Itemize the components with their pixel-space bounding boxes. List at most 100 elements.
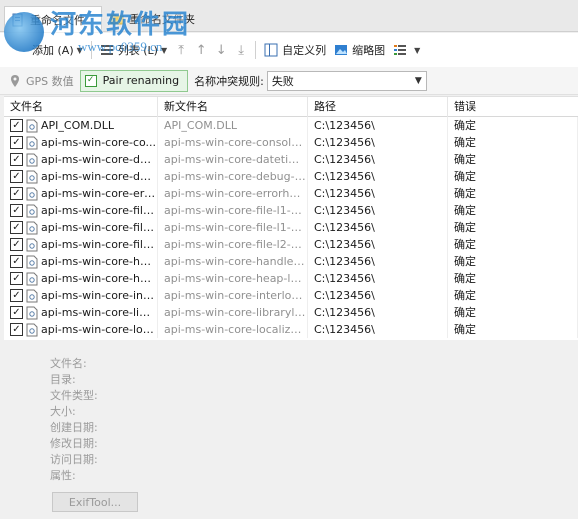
table-row[interactable]: ✓ API_COM.DLL API_COM.DLL C:\123456\ 确定 [4, 117, 578, 134]
dll-file-icon [26, 187, 38, 200]
cell-filename: ✓ api-ms-win-core-de... [4, 168, 158, 185]
row-checkbox[interactable]: ✓ [10, 153, 23, 166]
check-icon: ✓ [84, 74, 97, 87]
table-row[interactable]: ✓ api-ms-win-core-he... api-ms-win-core-he… [4, 270, 578, 287]
column-header-new-filename[interactable]: 新文件名 [158, 97, 308, 117]
info-accessed: 访问日期: [50, 453, 98, 466]
table-row[interactable]: ✓ api-ms-win-core-int... api-ms-win-core-i… [4, 287, 578, 304]
filename-text: API_COM.DLL [41, 119, 114, 132]
pair-renaming-toggle[interactable]: ✓ Pair renaming [79, 69, 189, 92]
cell-path: C:\123456\ [308, 168, 448, 185]
table-row[interactable]: ✓ api-ms-win-core-ha... api-ms-win-core-ha… [4, 253, 578, 270]
cell-filename: ✓ api-ms-win-core-int... [4, 287, 158, 304]
column-header-filename[interactable]: 文件名 [4, 97, 158, 117]
row-checkbox[interactable]: ✓ [10, 170, 23, 183]
file-rename-icon [12, 13, 23, 26]
cell-new-filename: api-ms-win-core-localizati... [158, 321, 308, 338]
chevron-down-icon: ▼ [414, 45, 421, 55]
cell-filename: ✓ api-ms-win-core-err... [4, 185, 158, 202]
table-header: 文件名 新文件名 路径 错误 [4, 97, 578, 117]
options-bar: GPS 数值 ✓ Pair renaming 名称冲突规则: 失败 ▼ [0, 67, 578, 95]
table-row[interactable]: ✓ api-ms-win-core-co... api-ms-win-core-co… [4, 134, 578, 151]
column-header-path[interactable]: 路径 [308, 97, 448, 117]
cell-path: C:\123456\ [308, 253, 448, 270]
cell-error: 确定 [448, 185, 578, 202]
chevron-down-icon: ▼ [414, 75, 422, 86]
add-button[interactable]: 添加 (A) ▼ [28, 38, 87, 62]
column-header-error[interactable]: 错误 [448, 97, 578, 117]
cell-error: 确定 [448, 219, 578, 236]
custom-columns-label: 自定义列 [282, 44, 327, 57]
table-row[interactable]: ✓ api-ms-win-core-libr... api-ms-win-core-… [4, 304, 578, 321]
tab-label: 重命名文件夹 [129, 13, 195, 26]
tab-rename-folders[interactable]: 重命名文件夹 [104, 6, 216, 32]
info-created: 创建日期: [50, 421, 98, 434]
list-label: 列表 (L) [117, 44, 158, 57]
dll-file-icon [26, 255, 38, 268]
cell-path: C:\123456\ [308, 236, 448, 253]
filename-text: api-ms-win-core-loc... [41, 323, 157, 336]
tab-rename-files[interactable]: 重命名文件 [4, 6, 102, 32]
list-button[interactable]: 列表 (L) ▼ [96, 38, 171, 62]
cell-new-filename: api-ms-win-core-file-l2-1-... [158, 236, 308, 253]
row-checkbox[interactable]: ✓ [10, 289, 23, 302]
dll-file-icon [26, 306, 38, 319]
pair-renaming-label: Pair renaming [102, 74, 180, 87]
exiftool-button[interactable]: ExifTool... [52, 492, 138, 512]
filename-text: api-ms-win-core-dat... [41, 153, 157, 166]
cell-new-filename: api-ms-win-core-interlock... [158, 287, 308, 304]
dll-file-icon [26, 153, 38, 166]
cell-path: C:\123456\ [308, 304, 448, 321]
table-row[interactable]: ✓ api-ms-win-core-err... api-ms-win-core-e… [4, 185, 578, 202]
row-checkbox[interactable]: ✓ [10, 204, 23, 217]
cell-error: 确定 [448, 270, 578, 287]
tab-label: 重命名文件 [30, 13, 85, 27]
filename-text: api-ms-win-core-err... [41, 187, 157, 200]
cell-new-filename: api-ms-win-core-heap-l1-1... [158, 270, 308, 287]
filename-text: api-ms-win-core-ha... [41, 255, 157, 268]
row-checkbox[interactable]: ✓ [10, 323, 23, 336]
table-row[interactable]: ✓ api-ms-win-core-loc... api-ms-win-core-l… [4, 321, 578, 338]
file-table: 文件名 新文件名 路径 错误 ✓ API_COM.DLL API_COM.DLL C:… [4, 96, 578, 340]
toolbar-divider [255, 41, 257, 59]
conflict-rule-select[interactable]: 失败 ▼ [266, 70, 427, 91]
gps-toggle[interactable]: GPS 数值 [8, 73, 74, 89]
dll-file-icon [26, 323, 38, 336]
cell-path: C:\123456\ [308, 134, 448, 151]
table-row[interactable]: ✓ api-ms-win-core-file... api-ms-win-core-… [4, 219, 578, 236]
row-checkbox[interactable]: ✓ [10, 255, 23, 268]
cell-new-filename: api-ms-win-core-debug-l1... [158, 168, 308, 185]
move-top-icon[interactable]: ⤒ [171, 38, 191, 62]
cell-path: C:\123456\ [308, 151, 448, 168]
filename-text: api-ms-win-core-file... [41, 221, 157, 234]
view-options-button[interactable]: ▼ [389, 38, 424, 62]
dll-file-icon [26, 136, 38, 149]
cell-error: 确定 [448, 236, 578, 253]
table-row[interactable]: ✓ api-ms-win-core-de... api-ms-win-core-de… [4, 168, 578, 185]
dll-file-icon [26, 238, 38, 251]
table-row[interactable]: ✓ api-ms-win-core-file... api-ms-win-core-… [4, 202, 578, 219]
filename-text: api-ms-win-core-int... [41, 289, 157, 302]
cell-filename: ✓ api-ms-win-core-libr... [4, 304, 158, 321]
table-row[interactable]: ✓ api-ms-win-core-dat... api-ms-win-core-d… [4, 151, 578, 168]
columns-icon [264, 43, 278, 57]
move-up-icon[interactable]: ↑ [191, 38, 211, 62]
row-checkbox[interactable]: ✓ [10, 221, 23, 234]
row-checkbox[interactable]: ✓ [10, 272, 23, 285]
info-filename: 文件名: [50, 357, 87, 370]
table-row[interactable]: ✓ api-ms-win-core-file... api-ms-win-core-… [4, 236, 578, 253]
row-checkbox[interactable]: ✓ [10, 136, 23, 149]
custom-columns-button[interactable]: 自定义列 [260, 38, 330, 62]
move-down-icon[interactable]: ↓ [211, 38, 231, 62]
row-checkbox[interactable]: ✓ [10, 238, 23, 251]
cell-filename: ✓ api-ms-win-core-he... [4, 270, 158, 287]
location-pin-icon [11, 74, 19, 87]
row-checkbox[interactable]: ✓ [10, 187, 23, 200]
row-checkbox[interactable]: ✓ [10, 119, 23, 132]
row-checkbox[interactable]: ✓ [10, 306, 23, 319]
table-body: ✓ API_COM.DLL API_COM.DLL C:\123456\ 确定 ✓ api-… [4, 117, 578, 338]
move-bottom-icon[interactable]: ⤓ [231, 38, 251, 62]
cell-error: 确定 [448, 117, 578, 134]
cell-error: 确定 [448, 168, 578, 185]
thumbnails-button[interactable]: 缩略图 [330, 38, 389, 62]
